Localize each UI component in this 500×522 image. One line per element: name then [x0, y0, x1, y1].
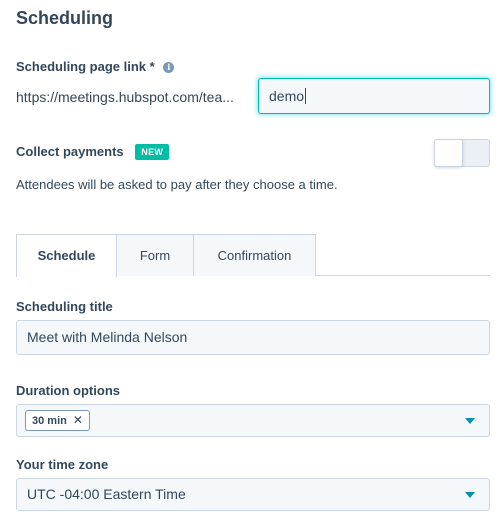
url-prefix: https://meetings.hubspot.com/tea... — [16, 89, 234, 105]
scheduling-page-link-label: Scheduling page link * i — [16, 59, 175, 74]
time-zone-value: UTC -04:00 Eastern Time — [27, 486, 186, 502]
scheduling-title-label: Scheduling title — [16, 299, 113, 314]
payments-description: Attendees will be asked to pay after the… — [16, 177, 338, 192]
tab-bar: Schedule Form Confirmation — [16, 234, 490, 277]
slug-input[interactable]: demo — [258, 78, 490, 114]
duration-chip: 30 min ✕ — [25, 410, 90, 431]
collect-payments-label: Collect payments NEW — [16, 144, 170, 160]
duration-options-label: Duration options — [16, 383, 120, 398]
duration-options-select[interactable]: 30 min ✕ — [16, 404, 490, 437]
page-title: Scheduling — [16, 8, 114, 28]
scheduling-title-input[interactable]: Meet with Melinda Nelson — [16, 320, 490, 355]
text-caret — [305, 88, 307, 104]
scheduling-page-link-label-text: Scheduling page link — [16, 59, 147, 74]
slug-input-value: demo — [269, 88, 305, 104]
tab-schedule[interactable]: Schedule — [16, 234, 117, 277]
tab-form[interactable]: Form — [116, 234, 194, 276]
tab-confirmation[interactable]: Confirmation — [193, 234, 316, 276]
duration-chip-label: 30 min — [32, 415, 67, 427]
info-icon[interactable]: i — [163, 62, 175, 73]
close-icon[interactable]: ✕ — [73, 413, 83, 427]
chevron-down-icon[interactable] — [465, 492, 475, 498]
toggle-knob — [434, 139, 463, 167]
required-mark: * — [149, 59, 155, 74]
collect-payments-label-text: Collect payments — [16, 144, 124, 159]
time-zone-label: Your time zone — [16, 457, 109, 472]
chevron-down-icon[interactable] — [465, 418, 475, 424]
new-badge: NEW — [135, 144, 170, 160]
time-zone-select[interactable]: UTC -04:00 Eastern Time — [16, 478, 490, 511]
collect-payments-toggle[interactable] — [434, 139, 490, 167]
